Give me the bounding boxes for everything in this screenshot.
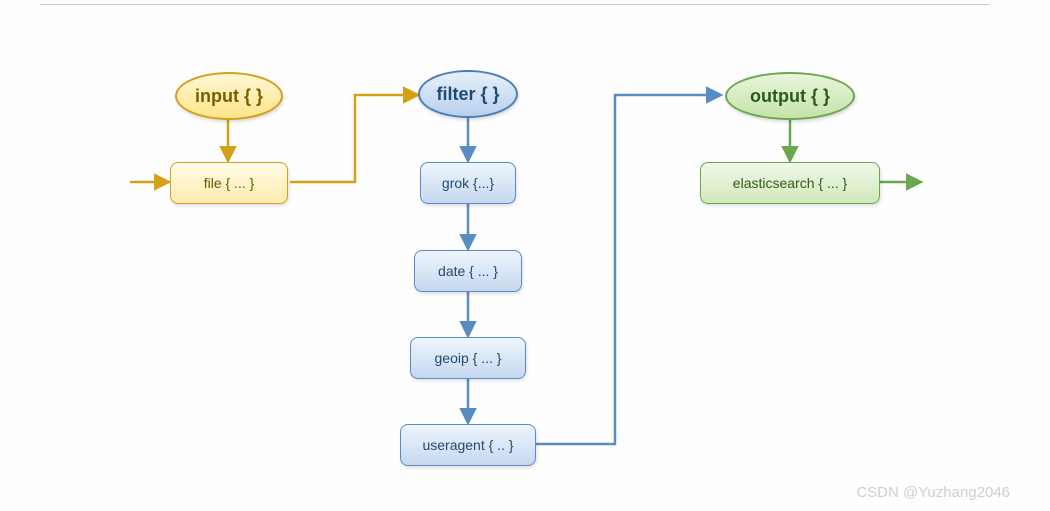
date-plugin-box: date { ... }: [414, 250, 522, 292]
input-stage-ellipse: input { }: [175, 72, 283, 120]
watermark-text: CSDN @Yuzhang2046: [856, 484, 1010, 501]
file-plugin-box: file { ... }: [170, 162, 288, 204]
filter-stage-ellipse: filter { }: [418, 70, 518, 118]
elasticsearch-plugin-box: elasticsearch { ... }: [700, 162, 880, 204]
output-stage-ellipse: output { }: [725, 72, 855, 120]
grok-plugin-box: grok {...}: [420, 162, 516, 204]
useragent-plugin-box: useragent { .. }: [400, 424, 536, 466]
geoip-plugin-box: geoip { ... }: [410, 337, 526, 379]
